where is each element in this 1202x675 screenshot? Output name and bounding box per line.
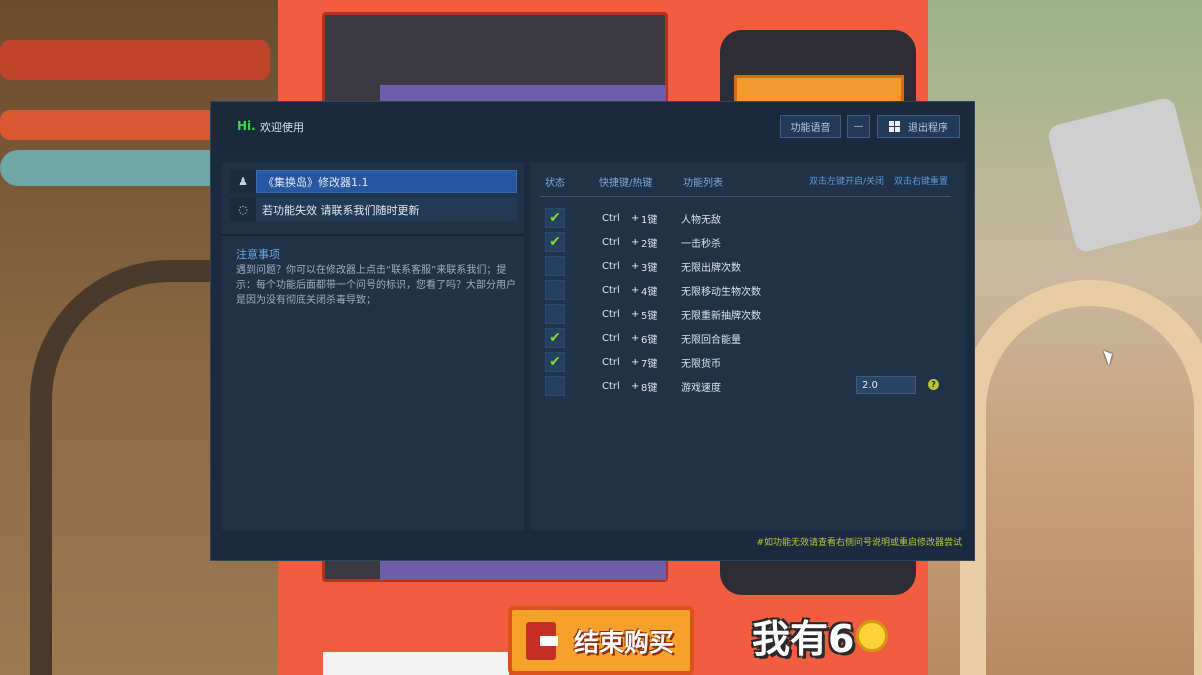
background-decor — [0, 40, 270, 80]
hotkey-ctrl: Ctrl — [602, 284, 620, 296]
header-status: 状态 — [545, 178, 565, 189]
feature-checkbox[interactable]: ✔ — [545, 232, 565, 252]
update-hint-row[interactable]: ◌ 若功能失效 请联系我们随时更新 — [230, 198, 517, 221]
feature-checkbox[interactable]: ✔ — [545, 208, 565, 228]
hotkey-plus: + — [631, 308, 640, 320]
help-question-icon[interactable]: ? — [928, 379, 939, 390]
divider — [222, 234, 524, 236]
minimize-button[interactable]: — — [847, 115, 870, 138]
feature-name: 无限移动生物次数 — [681, 286, 761, 298]
hi-label: Hi. — [237, 119, 256, 133]
feature-name: 无限出牌次数 — [681, 262, 741, 274]
exit-button[interactable]: 退出程序 — [877, 115, 960, 138]
feature-row[interactable]: Ctrl + 8键 游戏速度 ? — [545, 376, 965, 396]
header-double-left-click: 双击左键开启/关闭 — [809, 177, 885, 187]
feature-row[interactable]: ✔ Ctrl + 1键 人物无敌 — [545, 208, 965, 228]
feature-checkbox[interactable]: ✔ — [545, 352, 565, 372]
hotkey-plus: + — [631, 356, 640, 368]
feature-checkbox[interactable] — [545, 280, 565, 300]
feature-name: 无限重新抽牌次数 — [681, 310, 761, 322]
hotkey-key: 1键 — [641, 214, 658, 226]
hotkey-plus: + — [631, 380, 640, 392]
checkmark-icon: ✔ — [549, 234, 561, 250]
hotkey-plus: + — [631, 332, 640, 344]
hotkey-key: 2键 — [641, 238, 658, 250]
notes-body: 遇到问题？你可以在修改器上点击“联系客服”来联系我们；提示：每个功能后面都带一个… — [236, 265, 516, 306]
hotkey-ctrl: Ctrl — [602, 212, 620, 224]
game-name-label: 《集换岛》修改器1.1 — [256, 170, 517, 193]
hotkey-ctrl: Ctrl — [602, 308, 620, 320]
game-name-row[interactable]: ♟ 《集换岛》修改器1.1 — [230, 170, 517, 193]
info-panel: ♟ 《集换岛》修改器1.1 ◌ 若功能失效 请联系我们随时更新 注意事项 遇到问… — [222, 162, 524, 530]
end-purchase-button[interactable]: 结束购买 — [508, 606, 694, 675]
exit-door-icon — [526, 621, 558, 660]
feature-checkbox[interactable] — [545, 376, 565, 396]
background-road — [960, 280, 1202, 675]
hotkey-plus: + — [631, 212, 640, 224]
hotkey-ctrl: Ctrl — [602, 236, 620, 248]
feature-row[interactable]: ✔ Ctrl + 6键 无限回合能量 — [545, 328, 965, 348]
feature-name: 无限回合能量 — [681, 334, 741, 346]
hotkey-key: 8键 — [641, 382, 658, 394]
title-bar[interactable]: Hi. 欢迎使用 功能语音 — 退出程序 — [211, 102, 974, 150]
feature-row[interactable]: ✔ Ctrl + 2键 一击秒杀 — [545, 232, 965, 252]
windows-icon — [889, 121, 900, 132]
hotkey-ctrl: Ctrl — [602, 380, 620, 392]
feature-checkbox[interactable]: ✔ — [545, 328, 565, 348]
footer-note: #如功能无效请查看右侧问号说明或重启修改器尝试 — [756, 538, 962, 548]
feature-checkbox[interactable] — [545, 304, 565, 324]
coin-counter: 我有6 — [752, 608, 889, 663]
loading-icon: ◌ — [230, 198, 256, 221]
hotkey-plus: + — [631, 236, 640, 248]
hotkey-key: 6键 — [641, 334, 658, 346]
hotkey-key: 4键 — [641, 286, 658, 298]
header-double-right-click: 双击右键重置 — [894, 177, 949, 187]
hotkey-key: 3键 — [641, 262, 658, 274]
checkmark-icon: ✔ — [549, 354, 561, 370]
feature-name: 游戏速度 — [681, 382, 721, 394]
features-panel: 状态 快捷键/热键 功能列表 双击左键开启/关闭 双击右键重置 ✔ Ctrl +… — [530, 162, 966, 530]
coin-count-label: 我有6 — [752, 617, 855, 661]
welcome-label: 欢迎使用 — [260, 121, 304, 134]
hotkey-plus: + — [631, 284, 640, 296]
hotkey-ctrl: Ctrl — [602, 356, 620, 368]
checkmark-icon: ✔ — [549, 330, 561, 346]
feature-name: 无限货币 — [681, 358, 721, 370]
feature-row[interactable]: Ctrl + 5键 无限重新抽牌次数 — [545, 304, 965, 324]
trainer-window: Hi. 欢迎使用 功能语音 — 退出程序 ♟ 《集换岛》修改器1.1 ◌ 若功能… — [210, 101, 975, 561]
feature-row[interactable]: ✔ Ctrl + 7键 无限货币 — [545, 352, 965, 372]
user-icon: ♟ — [230, 170, 256, 193]
feature-row[interactable]: Ctrl + 4键 无限移动生物次数 — [545, 280, 965, 300]
coin-icon — [856, 619, 889, 652]
notes-title: 注意事项 — [236, 248, 280, 261]
hotkey-key: 7键 — [641, 358, 658, 370]
checkmark-icon: ✔ — [549, 210, 561, 226]
end-purchase-label: 结束购买 — [574, 627, 675, 657]
header-divider — [540, 196, 951, 197]
feature-name: 一击秒杀 — [681, 238, 721, 250]
hotkey-plus: + — [631, 260, 640, 272]
exit-button-label: 退出程序 — [908, 123, 948, 134]
game-speed-input[interactable] — [856, 376, 916, 394]
header-hotkey: 快捷键/热键 — [599, 178, 653, 189]
feature-row[interactable]: Ctrl + 3键 无限出牌次数 — [545, 256, 965, 276]
vending-machine-slot — [323, 652, 509, 675]
hotkey-ctrl: Ctrl — [602, 260, 620, 272]
voice-button[interactable]: 功能语音 — [780, 115, 841, 138]
header-features: 功能列表 — [683, 178, 723, 189]
hotkey-key: 5键 — [641, 310, 658, 322]
hotkey-ctrl: Ctrl — [602, 332, 620, 344]
update-hint-label: 若功能失效 请联系我们随时更新 — [256, 198, 517, 221]
feature-name: 人物无敌 — [681, 214, 721, 226]
feature-checkbox[interactable] — [545, 256, 565, 276]
